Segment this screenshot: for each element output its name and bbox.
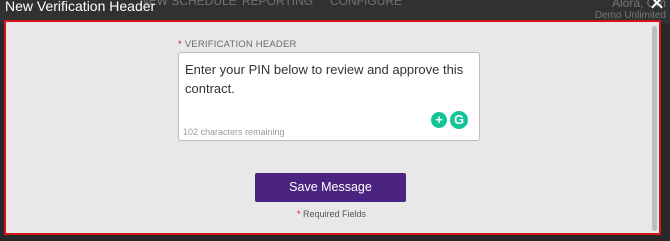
characters-remaining: 102 characters remaining xyxy=(183,127,285,137)
scrollbar[interactable] xyxy=(652,26,657,231)
close-icon[interactable]: ✕ xyxy=(648,0,666,14)
field-label-text: VERIFICATION HEADER xyxy=(184,39,297,50)
modal-body: * VERIFICATION HEADER Enter your PIN bel… xyxy=(4,20,661,235)
verification-header-textarea[interactable]: Enter your PIN below to review and appro… xyxy=(178,52,480,141)
required-fields-note: * Required Fields xyxy=(297,209,366,219)
required-marker: * xyxy=(297,209,301,219)
grammarly-icon[interactable]: G xyxy=(450,111,468,129)
required-marker: * xyxy=(178,39,182,50)
save-message-button[interactable]: Save Message xyxy=(255,173,406,202)
textarea-value[interactable]: Enter your PIN below to review and appro… xyxy=(185,60,465,98)
add-extension-icon[interactable]: + xyxy=(431,112,447,128)
modal-title: New Verification Header xyxy=(5,0,156,14)
required-fields-text: Required Fields xyxy=(303,209,367,219)
verification-header-label: * VERIFICATION HEADER xyxy=(178,39,297,50)
